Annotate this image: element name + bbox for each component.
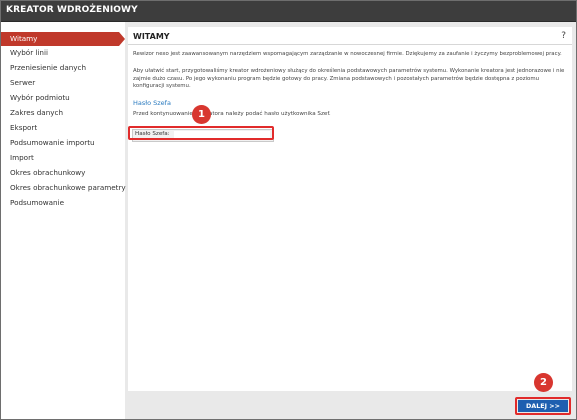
sidebar-item-label: Wybór podmiotu <box>10 93 70 102</box>
sidebar-item-label: Serwer <box>10 78 36 87</box>
window-title: KREATOR WDROŻENIOWY <box>6 5 138 15</box>
sidebar-item-serwer[interactable]: Serwer <box>1 76 117 90</box>
step-badge-1: 1 <box>192 105 211 124</box>
divider <box>128 44 572 45</box>
sidebar-item-label: Okres obrachunkowy <box>10 168 86 177</box>
password-highlight-box <box>128 126 274 140</box>
title-bar: KREATOR WDROŻENIOWY <box>1 1 576 22</box>
sidebar: Witamy Wybór linii Przeniesienie danych … <box>1 22 126 419</box>
sidebar-item-label: Podsumowanie <box>10 198 64 207</box>
sidebar-item-witamy[interactable]: Witamy <box>1 32 125 46</box>
sidebar-item-label: Zakres danych <box>10 108 64 117</box>
sidebar-item-label: Wybór linii <box>10 48 48 57</box>
sidebar-item-podsumowanie-importu[interactable]: Podsumowanie importu <box>1 136 117 150</box>
sidebar-item-wybor-podmiotu[interactable]: Wybór podmiotu <box>1 91 117 105</box>
sidebar-item-wybor-linii[interactable]: Wybór linii <box>1 46 117 60</box>
wizard-window: KREATOR WDROŻENIOWY Witamy Wybór linii P… <box>0 0 577 420</box>
sidebar-item-eksport[interactable]: Eksport <box>1 121 117 135</box>
password-instruction: Przed kontynuowaniem kreatora należy pod… <box>133 111 331 117</box>
sidebar-item-label: Import <box>10 153 34 162</box>
sidebar-item-przeniesienie-danych[interactable]: Przeniesienie danych <box>1 61 117 75</box>
description-paragraph: Aby ułatwić start, przygotowaliśmy kreat… <box>133 68 565 90</box>
sidebar-item-label: Eksport <box>10 123 38 132</box>
haslo-szefa-link[interactable]: Hasło Szefa <box>133 99 171 107</box>
sidebar-item-podsumowanie[interactable]: Podsumowanie <box>1 196 117 210</box>
sidebar-item-label: Okres obrachunkowe parametry <box>10 183 126 192</box>
sidebar-item-okres-obrachunkowe-parametry[interactable]: Okres obrachunkowe parametry <box>1 181 126 195</box>
sidebar-item-label: Witamy <box>10 34 38 43</box>
page-title: WITAMY <box>133 32 170 41</box>
next-button[interactable]: DALEJ >> <box>518 400 568 412</box>
step-badge-2: 2 <box>534 373 553 392</box>
sidebar-item-import[interactable]: Import <box>1 151 117 165</box>
active-arrow-icon <box>119 32 125 46</box>
next-button-highlight: DALEJ >> <box>515 397 571 415</box>
content-panel: WITAMY ? Rewizor nexo jest zaawansowanym… <box>128 27 572 391</box>
footer-bar <box>125 391 576 419</box>
intro-paragraph: Rewizor nexo jest zaawansowanym narzędzi… <box>133 51 562 57</box>
sidebar-item-label: Podsumowanie importu <box>10 138 95 147</box>
sidebar-item-okres-obrachunkowy[interactable]: Okres obrachunkowy <box>1 166 117 180</box>
help-icon[interactable]: ? <box>561 31 566 41</box>
sidebar-item-zakres-danych[interactable]: Zakres danych <box>1 106 117 120</box>
sidebar-item-label: Przeniesienie danych <box>10 63 87 72</box>
